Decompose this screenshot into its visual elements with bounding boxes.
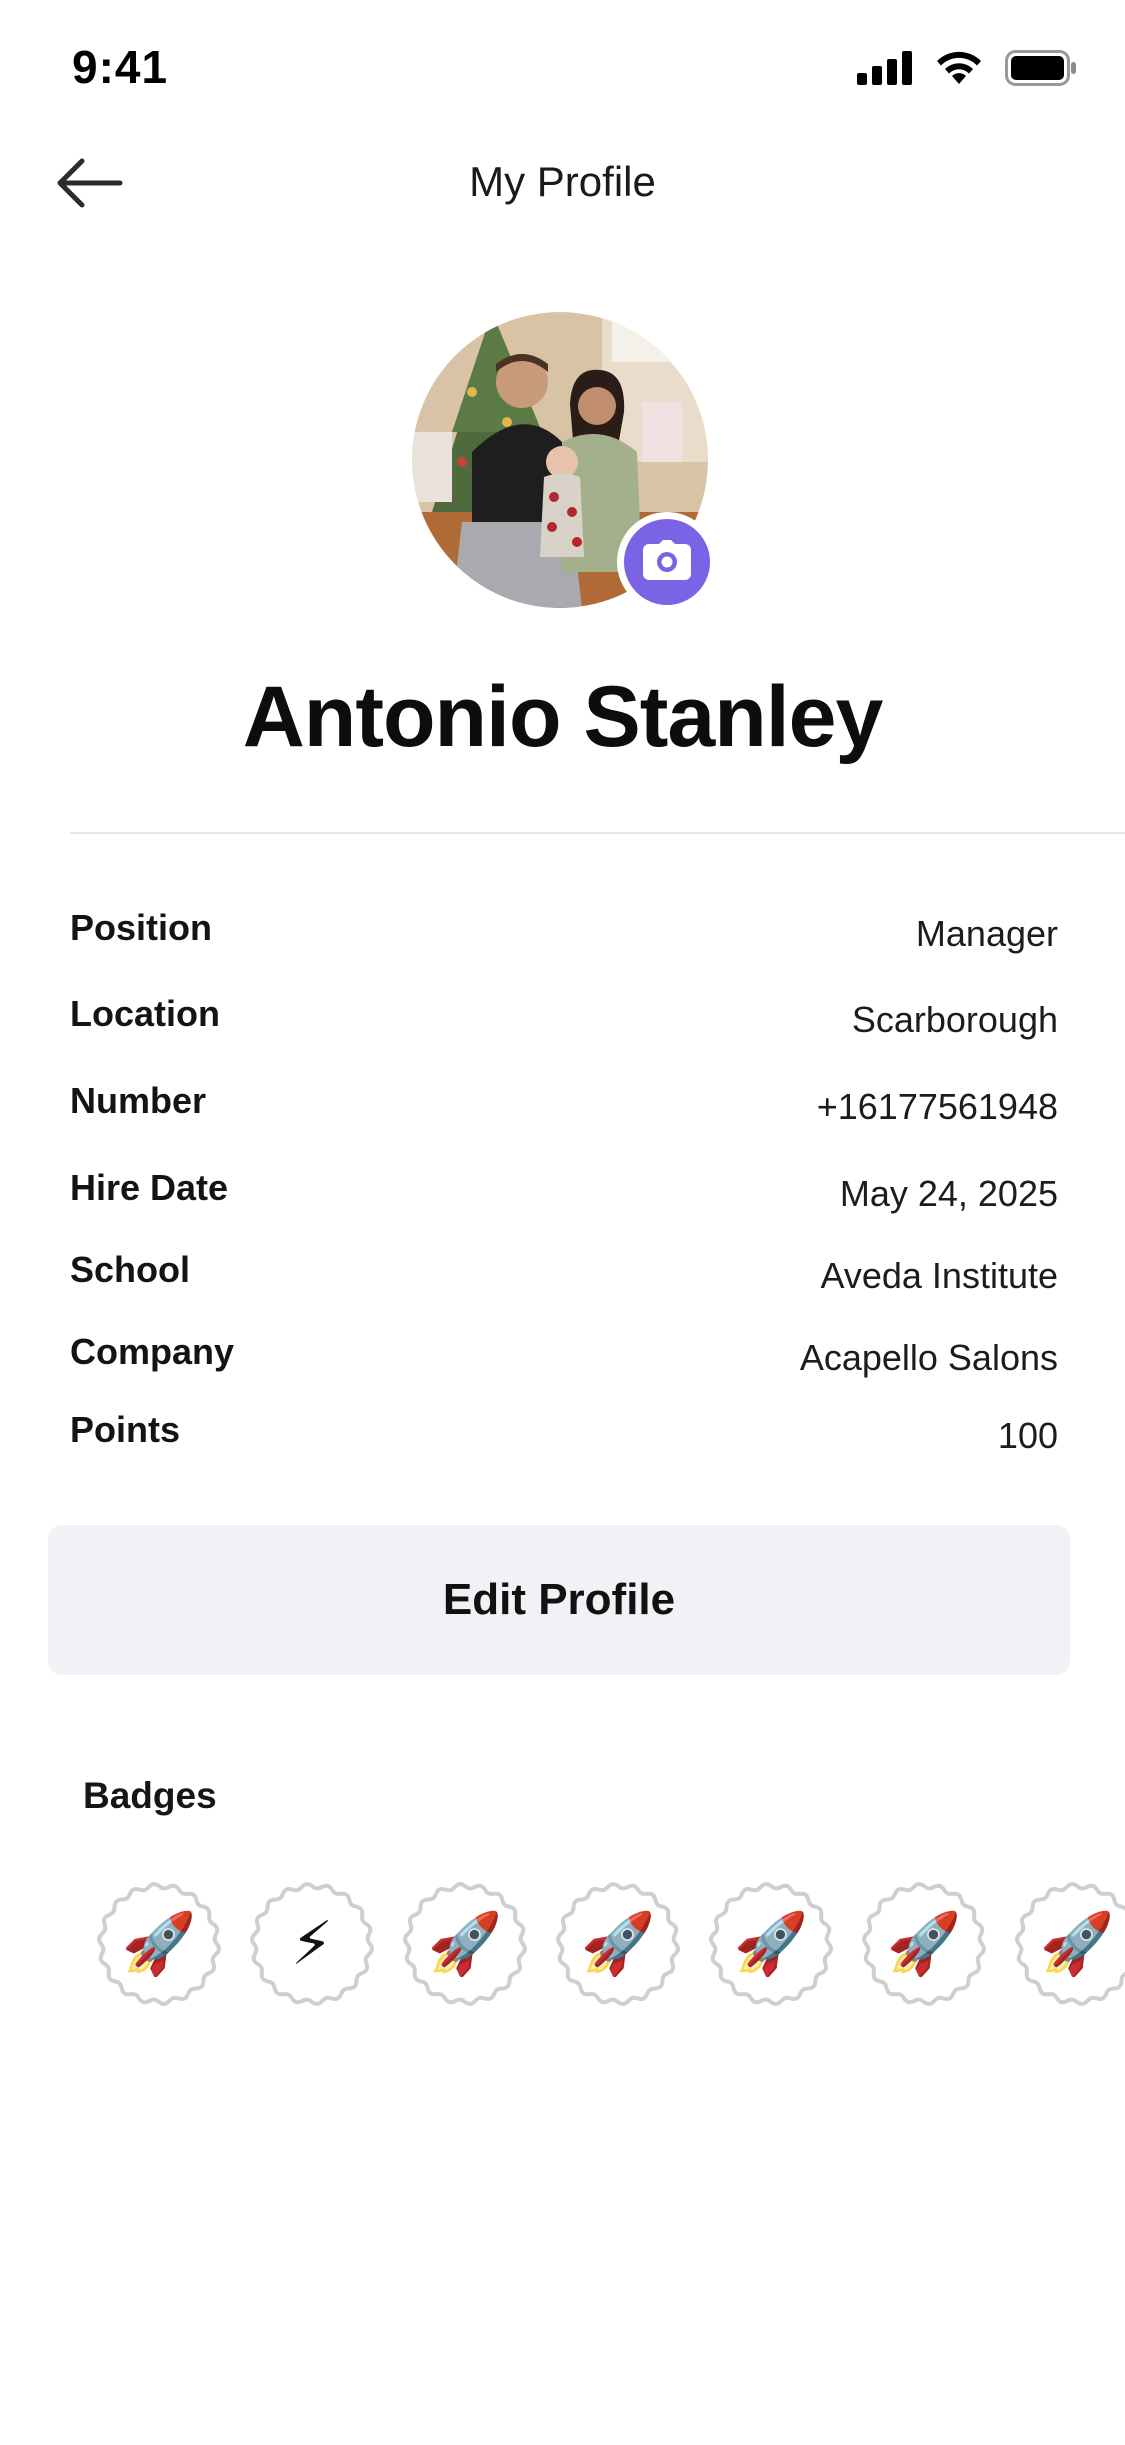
badges-row[interactable]: 🚀 ⚡ 🚀 🚀 🚀 🚀 🚀 <box>95 1880 1125 2010</box>
page-title: My Profile <box>469 158 656 205</box>
rocket-icon: 🚀 <box>580 1910 656 1977</box>
profile-name: Antonio Stanley <box>242 669 884 765</box>
nav-bar: My Profile <box>0 140 1125 230</box>
info-row-points: Points 100 <box>70 1407 1058 1487</box>
badge-item[interactable]: 🚀 <box>554 1880 682 2008</box>
info-value: 100 <box>997 1415 1058 1456</box>
info-row-hire-date: Hire Date May 24, 2025 <box>70 1165 1058 1247</box>
badge-item[interactable]: 🚀 <box>1013 1880 1125 2008</box>
camera-icon <box>643 539 691 585</box>
badge-item[interactable]: ⚡ <box>248 1880 376 2008</box>
badge-item[interactable]: 🚀 <box>95 1880 223 2008</box>
info-row-number: Number +16177561948 <box>70 1078 1058 1165</box>
info-row-location: Location Scarborough <box>70 991 1058 1078</box>
info-label: School <box>70 1249 191 1290</box>
badge-item[interactable]: 🚀 <box>860 1880 988 2008</box>
info-value: Acapello Salons <box>799 1337 1058 1378</box>
info-value: +16177561948 <box>816 1086 1058 1127</box>
info-value: Aveda Institute <box>820 1255 1059 1296</box>
rocket-icon: 🚀 <box>733 1910 809 1977</box>
info-row-company: Company Acapello Salons <box>70 1329 1058 1407</box>
rocket-icon: 🚀 <box>1039 1910 1115 1977</box>
rocket-icon: 🚀 <box>121 1910 197 1977</box>
info-label: Points <box>70 1409 181 1450</box>
battery-icon <box>1005 50 1077 91</box>
edit-profile-button[interactable]: Edit Profile <box>48 1525 1070 1675</box>
info-label: Position <box>70 907 212 948</box>
status-bar: 9:41 <box>0 0 1125 140</box>
info-row-position: Position Manager <box>70 905 1058 991</box>
status-icons <box>857 50 1077 91</box>
rocket-icon: 🚀 <box>427 1910 503 1977</box>
info-value: May 24, 2025 <box>839 1173 1058 1214</box>
info-value: Scarborough <box>851 999 1058 1040</box>
status-time: 9:41 <box>72 41 169 93</box>
info-label: Hire Date <box>70 1167 229 1208</box>
lightning-icon: ⚡ <box>290 1910 334 1977</box>
info-label: Number <box>70 1080 207 1121</box>
badge-item[interactable]: 🚀 <box>401 1880 529 2008</box>
badge-item[interactable]: 🚀 <box>707 1880 835 2008</box>
info-label: Company <box>70 1331 235 1372</box>
info-label: Location <box>70 993 220 1034</box>
cellular-signal-icon <box>857 51 913 90</box>
rocket-icon: 🚀 <box>886 1910 962 1977</box>
avatar-container <box>412 312 717 612</box>
change-photo-button[interactable] <box>617 512 717 612</box>
wifi-icon <box>935 50 983 91</box>
divider <box>70 832 1125 834</box>
badges-title: Badges <box>83 1775 217 1816</box>
profile-info-list: Position Manager Location Scarborough Nu… <box>70 905 1058 1487</box>
info-value: Manager <box>915 913 1058 954</box>
info-row-school: School Aveda Institute <box>70 1247 1058 1329</box>
